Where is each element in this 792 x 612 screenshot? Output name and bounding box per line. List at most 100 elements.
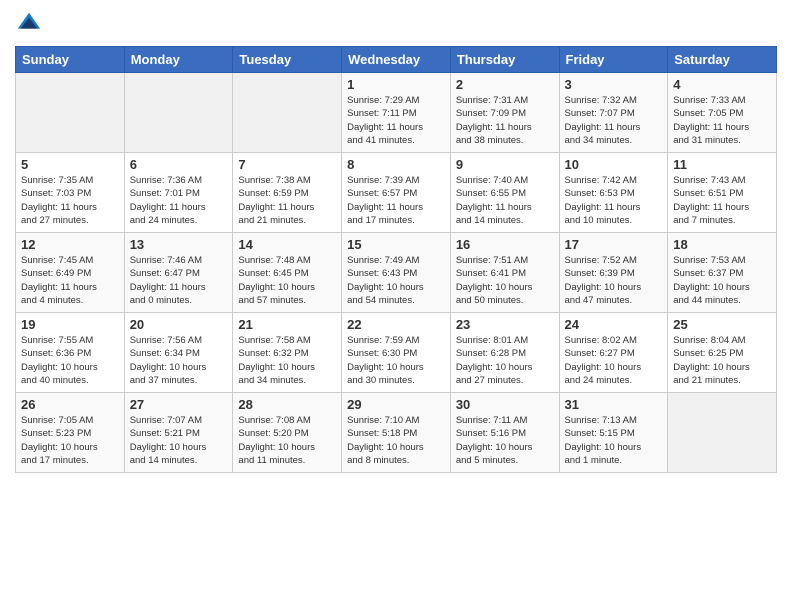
week-row-5: 26 Sunrise: 7:05 AM Sunset: 5:23 PM Dayli…: [16, 393, 777, 473]
day-info: Sunrise: 7:10 AM Sunset: 5:18 PM Dayligh…: [347, 414, 445, 467]
day-number: 15: [347, 237, 445, 252]
calendar-cell: 27Sunrise: 7:07 AM Sunset: 5:21 PM Dayli…: [124, 393, 233, 473]
calendar-cell: 9Sunrise: 7:40 AM Sunset: 6:55 PM Daylig…: [450, 153, 559, 233]
day-number: 19: [21, 317, 119, 332]
day-number: 1: [347, 77, 445, 92]
calendar-page: SundayMondayTuesdayWednesdayThursdayFrid…: [0, 0, 792, 612]
col-header-sunday: Sunday: [16, 47, 125, 73]
day-number: 25: [673, 317, 771, 332]
day-info: Sunrise: 7:58 AM Sunset: 6:32 PM Dayligh…: [238, 334, 336, 387]
calendar-cell: 26 Sunrise: 7:05 AM Sunset: 5:23 PM Dayli…: [16, 393, 125, 473]
day-info: Sunrise: 7:56 AM Sunset: 6:34 PM Dayligh…: [130, 334, 228, 387]
day-info: Sunrise: 7:13 AM Sunset: 5:15 PM Dayligh…: [565, 414, 663, 467]
day-info: Sunrise: 7:45 AM Sunset: 6:49 PM Dayligh…: [21, 254, 119, 307]
day-info: Sunrise: 7:05 AM Sunset: 5:23 PM Dayligh…: [21, 414, 119, 467]
calendar-cell: [124, 73, 233, 153]
day-info: Sunrise: 7:38 AM Sunset: 6:59 PM Dayligh…: [238, 174, 336, 227]
week-row-1: 1 Sunrise: 7:29 AM Sunset: 7:11 PM Daylig…: [16, 73, 777, 153]
calendar-table: SundayMondayTuesdayWednesdayThursdayFrid…: [15, 46, 777, 473]
calendar-cell: 11Sunrise: 7:43 AM Sunset: 6:51 PM Dayli…: [668, 153, 777, 233]
day-number: 26: [21, 397, 119, 412]
day-number: 2: [456, 77, 554, 92]
calendar-cell: [668, 393, 777, 473]
col-header-thursday: Thursday: [450, 47, 559, 73]
day-info: Sunrise: 7:42 AM Sunset: 6:53 PM Dayligh…: [565, 174, 663, 227]
calendar-cell: 29 Sunrise: 7:10 AM Sunset: 5:18 PM Dayli…: [342, 393, 451, 473]
calendar-cell: 13Sunrise: 7:46 AM Sunset: 6:47 PM Dayli…: [124, 233, 233, 313]
day-number: 10: [565, 157, 663, 172]
calendar-cell: 14 Sunrise: 7:48 AM Sunset: 6:45 PM Dayli…: [233, 233, 342, 313]
day-info: Sunrise: 7:40 AM Sunset: 6:55 PM Dayligh…: [456, 174, 554, 227]
day-info: Sunrise: 7:07 AM Sunset: 5:21 PM Dayligh…: [130, 414, 228, 467]
day-info: Sunrise: 7:31 AM Sunset: 7:09 PM Dayligh…: [456, 94, 554, 147]
col-header-tuesday: Tuesday: [233, 47, 342, 73]
day-number: 14: [238, 237, 336, 252]
day-info: Sunrise: 7:46 AM Sunset: 6:47 PM Dayligh…: [130, 254, 228, 307]
day-number: 3: [565, 77, 663, 92]
calendar-cell: 16Sunrise: 7:51 AM Sunset: 6:41 PM Dayli…: [450, 233, 559, 313]
header: [15, 10, 777, 38]
day-info: Sunrise: 7:35 AM Sunset: 7:03 PM Dayligh…: [21, 174, 119, 227]
calendar-cell: 24Sunrise: 8:02 AM Sunset: 6:27 PM Dayli…: [559, 313, 668, 393]
day-number: 29: [347, 397, 445, 412]
calendar-cell: 19 Sunrise: 7:55 AM Sunset: 6:36 PM Dayli…: [16, 313, 125, 393]
col-header-wednesday: Wednesday: [342, 47, 451, 73]
day-info: Sunrise: 7:49 AM Sunset: 6:43 PM Dayligh…: [347, 254, 445, 307]
day-number: 6: [130, 157, 228, 172]
day-number: 24: [565, 317, 663, 332]
calendar-cell: 20 Sunrise: 7:56 AM Sunset: 6:34 PM Dayli…: [124, 313, 233, 393]
calendar-cell: 31 Sunrise: 7:13 AM Sunset: 5:15 PM Dayli…: [559, 393, 668, 473]
day-number: 12: [21, 237, 119, 252]
day-number: 30: [456, 397, 554, 412]
day-number: 31: [565, 397, 663, 412]
day-info: Sunrise: 7:59 AM Sunset: 6:30 PM Dayligh…: [347, 334, 445, 387]
day-info: Sunrise: 7:36 AM Sunset: 7:01 PM Dayligh…: [130, 174, 228, 227]
calendar-cell: 3Sunrise: 7:32 AM Sunset: 7:07 PM Daylig…: [559, 73, 668, 153]
day-number: 4: [673, 77, 771, 92]
day-number: 8: [347, 157, 445, 172]
logo: [15, 10, 47, 38]
calendar-cell: 22 Sunrise: 7:59 AM Sunset: 6:30 PM Dayli…: [342, 313, 451, 393]
day-number: 18: [673, 237, 771, 252]
calendar-cell: 1 Sunrise: 7:29 AM Sunset: 7:11 PM Daylig…: [342, 73, 451, 153]
calendar-cell: 17Sunrise: 7:52 AM Sunset: 6:39 PM Dayli…: [559, 233, 668, 313]
calendar-cell: [16, 73, 125, 153]
week-row-3: 12 Sunrise: 7:45 AM Sunset: 6:49 PM Dayli…: [16, 233, 777, 313]
calendar-cell: 2 Sunrise: 7:31 AM Sunset: 7:09 PM Daylig…: [450, 73, 559, 153]
day-info: Sunrise: 7:11 AM Sunset: 5:16 PM Dayligh…: [456, 414, 554, 467]
week-row-2: 5Sunrise: 7:35 AM Sunset: 7:03 PM Daylig…: [16, 153, 777, 233]
calendar-cell: [233, 73, 342, 153]
day-info: Sunrise: 8:01 AM Sunset: 6:28 PM Dayligh…: [456, 334, 554, 387]
day-number: 11: [673, 157, 771, 172]
calendar-cell: 8 Sunrise: 7:39 AM Sunset: 6:57 PM Daylig…: [342, 153, 451, 233]
day-info: Sunrise: 7:48 AM Sunset: 6:45 PM Dayligh…: [238, 254, 336, 307]
calendar-cell: 25 Sunrise: 8:04 AM Sunset: 6:25 PM Dayli…: [668, 313, 777, 393]
day-info: Sunrise: 7:52 AM Sunset: 6:39 PM Dayligh…: [565, 254, 663, 307]
day-number: 21: [238, 317, 336, 332]
calendar-cell: 6 Sunrise: 7:36 AM Sunset: 7:01 PM Daylig…: [124, 153, 233, 233]
col-header-friday: Friday: [559, 47, 668, 73]
calendar-cell: 5Sunrise: 7:35 AM Sunset: 7:03 PM Daylig…: [16, 153, 125, 233]
day-info: Sunrise: 7:08 AM Sunset: 5:20 PM Dayligh…: [238, 414, 336, 467]
day-number: 20: [130, 317, 228, 332]
week-row-4: 19 Sunrise: 7:55 AM Sunset: 6:36 PM Dayli…: [16, 313, 777, 393]
day-info: Sunrise: 7:51 AM Sunset: 6:41 PM Dayligh…: [456, 254, 554, 307]
calendar-cell: 28 Sunrise: 7:08 AM Sunset: 5:20 PM Dayli…: [233, 393, 342, 473]
day-number: 7: [238, 157, 336, 172]
day-info: Sunrise: 7:29 AM Sunset: 7:11 PM Dayligh…: [347, 94, 445, 147]
calendar-cell: 4 Sunrise: 7:33 AM Sunset: 7:05 PM Daylig…: [668, 73, 777, 153]
day-info: Sunrise: 7:33 AM Sunset: 7:05 PM Dayligh…: [673, 94, 771, 147]
day-info: Sunrise: 8:04 AM Sunset: 6:25 PM Dayligh…: [673, 334, 771, 387]
col-header-saturday: Saturday: [668, 47, 777, 73]
day-info: Sunrise: 7:53 AM Sunset: 6:37 PM Dayligh…: [673, 254, 771, 307]
calendar-header-row: SundayMondayTuesdayWednesdayThursdayFrid…: [16, 47, 777, 73]
calendar-cell: 10 Sunrise: 7:42 AM Sunset: 6:53 PM Dayli…: [559, 153, 668, 233]
calendar-cell: 15 Sunrise: 7:49 AM Sunset: 6:43 PM Dayli…: [342, 233, 451, 313]
day-number: 22: [347, 317, 445, 332]
day-number: 28: [238, 397, 336, 412]
calendar-cell: 21 Sunrise: 7:58 AM Sunset: 6:32 PM Dayli…: [233, 313, 342, 393]
calendar-cell: 12 Sunrise: 7:45 AM Sunset: 6:49 PM Dayli…: [16, 233, 125, 313]
day-info: Sunrise: 7:39 AM Sunset: 6:57 PM Dayligh…: [347, 174, 445, 227]
day-info: Sunrise: 7:55 AM Sunset: 6:36 PM Dayligh…: [21, 334, 119, 387]
day-number: 23: [456, 317, 554, 332]
